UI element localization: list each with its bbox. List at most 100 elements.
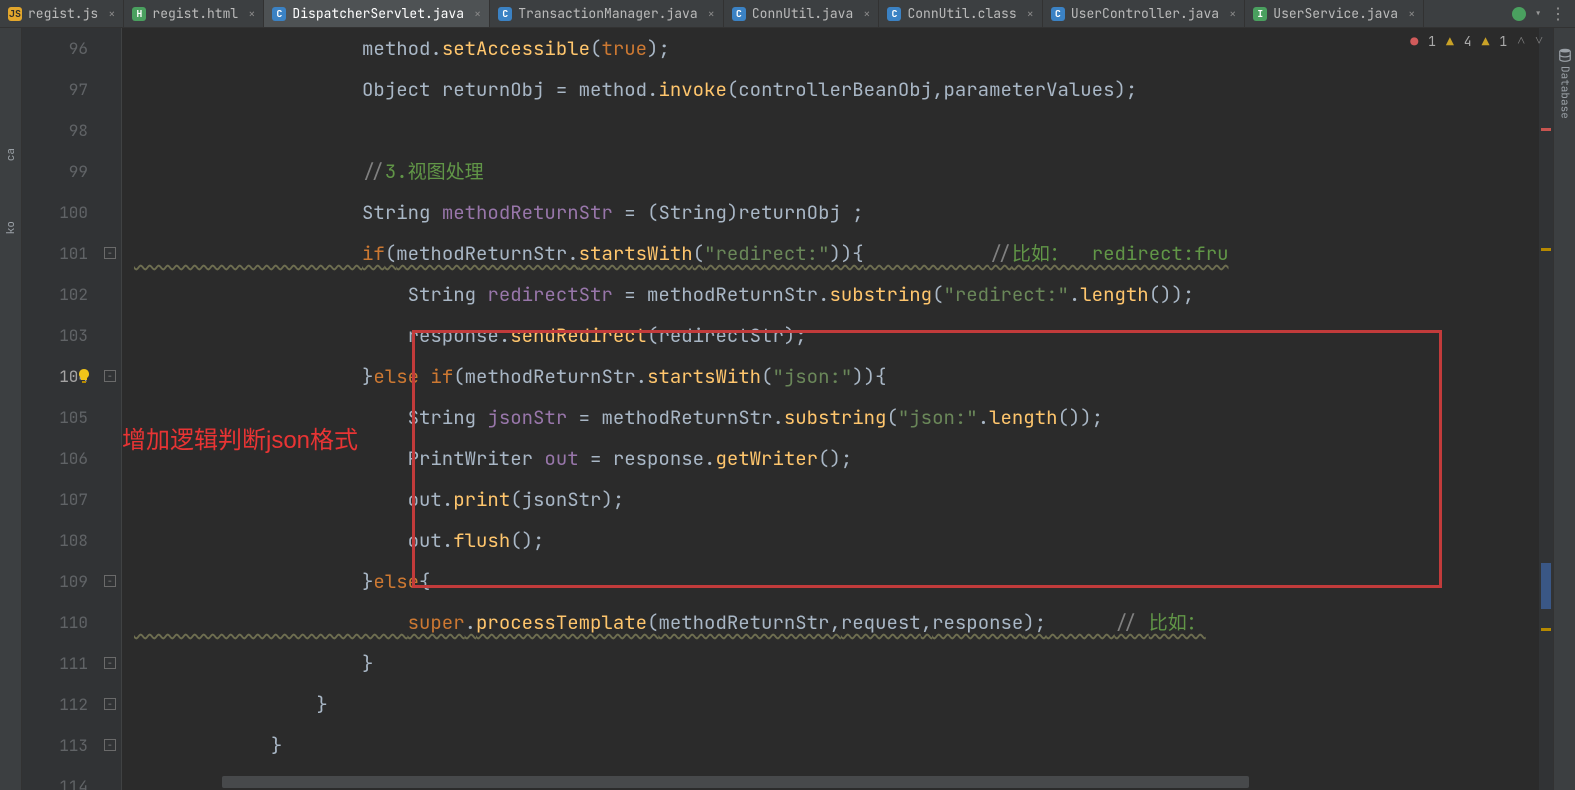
fold-gutter[interactable]: − − − − − − [100,28,122,790]
right-toolwindow-strip: Database [1553,28,1575,790]
code-line[interactable]: out.print(jsonStr); [122,479,1553,520]
close-tab-icon[interactable]: × [1027,6,1034,22]
code-line[interactable]: } [122,643,1553,684]
line-number[interactable]: 96 [22,28,88,69]
code-line[interactable]: } [122,684,1553,725]
editor-tab-1[interactable]: Hregist.html × [124,0,264,27]
line-number[interactable]: 110 [22,602,88,643]
code-line[interactable]: }else{ [122,561,1553,602]
line-number[interactable]: 99 [22,151,88,192]
line-number[interactable]: 101 [22,233,88,274]
tab-label: regist.html [152,5,238,22]
code-line[interactable]: response.sendRedirect(redirectStr); [122,315,1553,356]
code-editor[interactable]: ● 1 ▲ 4 ▲ 1 ˄ ˅ 969798991001011021031041051… [22,28,1553,790]
line-number[interactable]: 103 [22,315,88,356]
class-file-icon: C [887,7,901,21]
line-number[interactable]: 100 [22,192,88,233]
code-line[interactable]: method.setAccessible(true); [122,28,1553,69]
close-tab-icon[interactable]: × [1229,6,1236,22]
line-number[interactable]: 98 [22,110,88,151]
error-stripe[interactable] [1539,28,1553,790]
fold-toggle-icon[interactable]: − [104,247,116,259]
code-line[interactable]: Object returnObj = method.invoke(control… [122,69,1553,110]
java-file-icon: C [272,7,286,21]
annotation-label: 增加逻辑判断json格式 [122,420,358,455]
editor-tab-7[interactable]: I UserService.java × [1245,0,1424,27]
error-icon: ● [1410,33,1418,50]
code-line[interactable]: } [122,725,1553,766]
line-number[interactable]: 114 [22,766,88,790]
inspection-prev-icon[interactable]: ˄ [1517,32,1525,50]
tab-label: UserService.java [1273,5,1398,22]
intention-bulb-icon[interactable] [76,368,92,384]
close-tab-icon[interactable]: × [1408,6,1415,22]
line-number[interactable]: 111 [22,643,88,684]
fold-toggle-icon[interactable]: − [104,698,116,710]
close-tab-icon[interactable]: × [474,6,481,22]
left-tool-2[interactable]: ko [4,221,18,234]
code-line[interactable]: String methodReturnStr = (String)returnO… [122,192,1553,233]
horizontal-scrollbar[interactable] [222,776,1539,788]
code-line[interactable]: //3.视图处理 [122,151,1553,192]
close-tab-icon[interactable]: × [863,6,870,22]
code-line[interactable]: if(methodReturnStr.startsWith("redirect:… [122,233,1553,274]
tab-label: ConnUtil.java [752,5,853,22]
code-line[interactable] [122,110,1553,151]
editor-tab-3[interactable]: C TransactionManager.java × [490,0,724,27]
inspection-widget[interactable]: ● 1 ▲ 4 ▲ 1 ˄ ˅ [1410,32,1543,50]
line-number[interactable]: 109 [22,561,88,602]
fold-toggle-icon[interactable]: − [104,370,116,382]
editor-tab-5[interactable]: C ConnUtil.class × [879,0,1042,27]
tab-label: regist.js [28,5,98,22]
tab-label: DispatcherServlet.java [292,5,464,22]
weak-warning-icon: ▲ [1482,33,1490,50]
line-number[interactable]: 106 [22,438,88,479]
line-number-gutter[interactable]: 9697989910010110210310410510610710810911… [22,28,100,790]
java-file-icon: C [498,7,512,21]
warning-count: 4 [1464,33,1472,50]
hscroll-thumb[interactable] [222,776,1249,788]
js-file-icon: JS [8,7,22,21]
code-line[interactable]: super.processTemplate(methodReturnStr,re… [122,602,1553,643]
more-menu-icon[interactable]: ⋮ [1550,3,1567,24]
line-number[interactable]: 108 [22,520,88,561]
editor-tab-2[interactable]: C DispatcherServlet.java × [264,0,490,27]
line-number[interactable]: 113 [22,725,88,766]
database-icon[interactable] [1558,48,1572,62]
tab-label: UserController.java [1071,5,1219,22]
java-file-icon: C [732,7,746,21]
tab-label: TransactionManager.java [518,5,697,22]
tab-overflow-chevron-icon[interactable]: ▾ [1534,5,1542,22]
weak-warning-count: 1 [1499,33,1507,50]
line-number[interactable]: 105 [22,397,88,438]
line-number[interactable]: 107 [22,479,88,520]
line-number[interactable]: 102 [22,274,88,315]
inspection-next-icon[interactable]: ˅ [1535,32,1543,50]
tab-label: ConnUtil.class [907,5,1016,22]
right-tool-database[interactable]: Database [1558,66,1572,119]
close-tab-icon[interactable]: × [108,6,115,22]
html-file-icon: H [132,7,146,21]
error-count: 1 [1428,33,1436,50]
code-line[interactable]: out.flush(); [122,520,1553,561]
intention-indicator-icon[interactable] [1512,7,1526,21]
editor-tabbar: JS regist.js × Hregist.html × C DispatcherServ… [0,0,1575,28]
editor-tab-0[interactable]: JS regist.js × [0,0,124,27]
code-line[interactable]: }else if(methodReturnStr.startsWith("jso… [122,356,1553,397]
fold-toggle-icon[interactable]: − [104,575,116,587]
warning-icon: ▲ [1446,33,1454,50]
close-tab-icon[interactable]: × [708,6,715,22]
left-tool-1[interactable]: ca [4,148,18,161]
fold-toggle-icon[interactable]: − [104,657,116,669]
editor-tab-6[interactable]: C UserController.java × [1043,0,1245,27]
intf-file-icon: I [1253,7,1267,21]
editor-tab-4[interactable]: C ConnUtil.java × [724,0,880,27]
code-line[interactable]: String redirectStr = methodReturnStr.sub… [122,274,1553,315]
java-file-icon: C [1051,7,1065,21]
code-area[interactable]: 增加逻辑判断json格式 method.setAccessible(true);… [122,28,1553,790]
line-number[interactable]: 112 [22,684,88,725]
left-toolwindow-strip: ca ko [0,28,22,790]
close-tab-icon[interactable]: × [248,6,255,22]
fold-toggle-icon[interactable]: − [104,739,116,751]
line-number[interactable]: 97 [22,69,88,110]
